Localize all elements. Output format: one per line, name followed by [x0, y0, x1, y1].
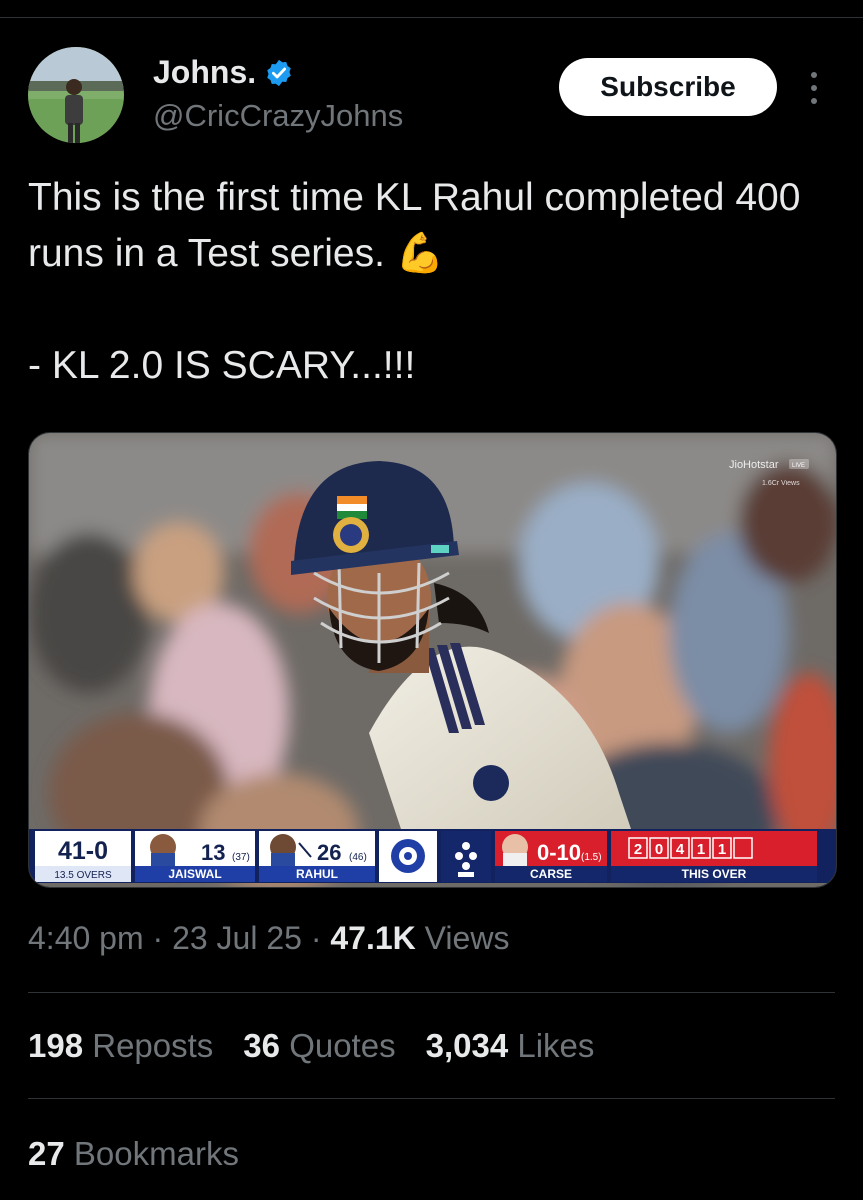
more-options-icon[interactable]	[804, 70, 824, 106]
live-badge: LIVE	[792, 463, 805, 469]
tweet-media[interactable]: JioHotstar LIVE 1.6Cr Views 41-0 13.5 OV…	[28, 432, 837, 888]
over-ball-box	[733, 837, 753, 859]
over-ball-value: 1	[697, 841, 705, 858]
bookmarks-label: Bookmarks	[73, 1135, 239, 1172]
bookmarks-count: 27	[28, 1135, 65, 1172]
bowler-overs: (1.5)	[581, 852, 602, 863]
quotes-count: 36	[243, 1027, 281, 1064]
batter1-name: JAISWAL	[168, 867, 221, 881]
views-label: Views	[424, 920, 510, 956]
batter2-balls: (46)	[349, 852, 367, 863]
batter1-balls: (37)	[232, 852, 250, 863]
batter2-name: RAHUL	[296, 867, 338, 881]
over-ball-value: 0	[655, 841, 663, 858]
likes-stat[interactable]: 3,034 Likes	[426, 1027, 595, 1065]
broadcaster-logo: JioHotstar	[729, 459, 779, 471]
divider	[28, 992, 835, 993]
subscribe-button[interactable]: Subscribe	[559, 58, 777, 116]
overs-count: 13.5 OVERS	[54, 870, 112, 881]
avatar-image	[28, 47, 124, 143]
over-ball-value: 1	[718, 841, 726, 858]
verified-badge-icon	[267, 59, 291, 86]
top-divider	[0, 17, 863, 18]
reposts-count: 198	[28, 1027, 84, 1064]
likes-label: Likes	[517, 1027, 595, 1064]
quotes-stat[interactable]: 36 Quotes	[243, 1027, 395, 1065]
this-over-label: THIS OVER	[682, 867, 747, 881]
team-score: 41-0	[58, 837, 108, 865]
over-ball-value: 4	[676, 841, 685, 858]
author-name-row[interactable]: Johns.	[153, 54, 294, 91]
cricket-broadcast-image: JioHotstar LIVE 1.6Cr Views 41-0 13.5 OV…	[29, 433, 836, 887]
views-count: 47.1K	[330, 920, 416, 956]
reposts-label: Reposts	[92, 1027, 214, 1064]
avatar[interactable]	[28, 47, 124, 143]
bowler-figures: 0-10	[537, 840, 581, 865]
author-name[interactable]: Johns.	[153, 54, 256, 91]
likes-count: 3,034	[425, 1027, 509, 1064]
reposts-stat[interactable]: 198 Reposts	[28, 1027, 213, 1065]
tweet-time[interactable]: 4:40 pm	[28, 920, 144, 956]
bowler-name: CARSE	[530, 867, 572, 881]
over-ball-value: 2	[634, 841, 642, 858]
batter2-runs: 26	[317, 840, 341, 865]
tweet-date[interactable]: 23 Jul 25	[172, 920, 302, 956]
scorebug: 41-0 13.5 OVERS 13 (37) JAISWAL 26 (46) …	[29, 829, 836, 883]
author-handle[interactable]: @CricCrazyJohns	[153, 98, 403, 134]
engagement-stats: 198 Reposts 36 Quotes 3,034 Likes	[28, 1027, 594, 1065]
batter1-runs: 13	[201, 840, 225, 865]
broadcast-views: 1.6Cr Views	[762, 480, 800, 487]
divider	[28, 1098, 835, 1099]
bookmarks-stat[interactable]: 27 Bookmarks	[28, 1135, 239, 1173]
quotes-label: Quotes	[289, 1027, 396, 1064]
tweet-meta: 4:40 pm · 23 Jul 25 · 47.1K Views	[28, 920, 510, 956]
tweet-text: This is the first time KL Rahul complete…	[28, 176, 801, 387]
